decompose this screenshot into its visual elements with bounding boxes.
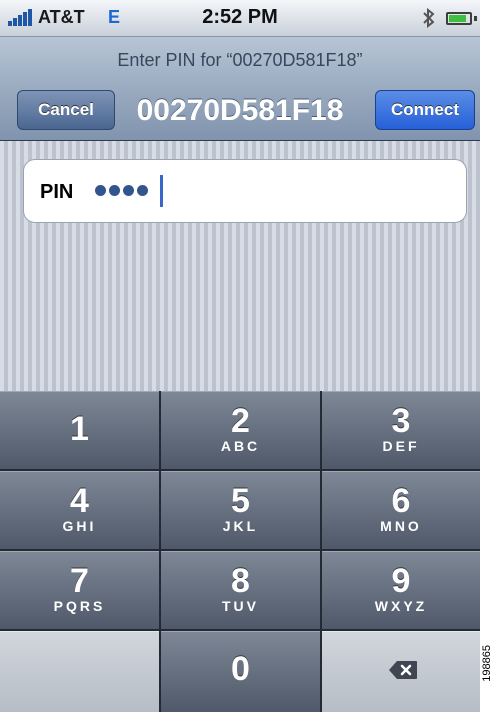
numeric-keypad: 1 2 ABC 3 DEF 4 GHI 5 JKL 6 MNO 7 PQRS 8… bbox=[0, 391, 480, 712]
key-digit: 3 bbox=[391, 402, 411, 440]
key-4[interactable]: 4 GHI bbox=[0, 471, 159, 549]
key-digit: 1 bbox=[70, 410, 89, 448]
pin-input[interactable]: PIN bbox=[23, 159, 467, 223]
connect-button[interactable]: Connect bbox=[375, 90, 475, 130]
battery-icon bbox=[446, 12, 477, 25]
key-digit: 9 bbox=[391, 562, 411, 600]
cancel-button[interactable]: Cancel bbox=[17, 90, 115, 130]
key-digit: 4 bbox=[70, 482, 89, 520]
phone-screen: AT&T E 2:52 PM Enter PIN for “00270D581F… bbox=[0, 0, 480, 712]
key-digit: 8 bbox=[231, 562, 250, 600]
network-type: E bbox=[108, 7, 121, 27]
pin-dot bbox=[109, 185, 120, 196]
navigation-bar: Enter PIN for “00270D581F18” Cancel 0027… bbox=[0, 37, 480, 141]
backspace-icon bbox=[388, 660, 418, 680]
status-time: 2:52 PM bbox=[202, 6, 278, 28]
pin-dot bbox=[95, 185, 106, 196]
key-letters: DEF bbox=[382, 438, 420, 454]
figure-code: 198865 bbox=[481, 645, 493, 682]
pin-label: PIN bbox=[40, 181, 74, 203]
key-2[interactable]: 2 ABC bbox=[161, 391, 320, 469]
key-digit: 2 bbox=[231, 402, 250, 440]
key-digit: 7 bbox=[70, 562, 89, 600]
key-letters: JKL bbox=[222, 518, 259, 534]
key-letters: PQRS bbox=[53, 598, 106, 614]
pin-masked-value bbox=[95, 183, 151, 201]
signal-icon bbox=[8, 8, 34, 26]
key-letters: ABC bbox=[220, 438, 261, 454]
key-digit: 5 bbox=[231, 482, 250, 520]
blank-key bbox=[0, 631, 159, 712]
key-1[interactable]: 1 bbox=[0, 391, 159, 469]
key-letters: WXYZ bbox=[374, 598, 428, 614]
key-letters: GHI bbox=[62, 518, 97, 534]
key-letters: MNO bbox=[380, 518, 422, 534]
delete-key[interactable] bbox=[322, 631, 480, 712]
key-3[interactable]: 3 DEF bbox=[322, 391, 480, 469]
key-6[interactable]: 6 MNO bbox=[322, 471, 480, 549]
key-7[interactable]: 7 PQRS bbox=[0, 551, 159, 629]
status-bar: AT&T E 2:52 PM bbox=[0, 0, 480, 37]
key-9[interactable]: 9 WXYZ bbox=[322, 551, 480, 629]
carrier-name: AT&T bbox=[38, 7, 85, 27]
key-letters: TUV bbox=[222, 598, 259, 614]
bluetooth-icon bbox=[422, 7, 436, 33]
page-title: 00270D581F18 bbox=[136, 94, 344, 127]
pin-dot bbox=[123, 185, 134, 196]
content-area: PIN bbox=[0, 141, 480, 391]
key-digit: 0 bbox=[231, 650, 250, 688]
key-digit: 6 bbox=[391, 482, 411, 520]
key-5[interactable]: 5 JKL bbox=[161, 471, 320, 549]
text-cursor bbox=[160, 175, 163, 207]
key-8[interactable]: 8 TUV bbox=[161, 551, 320, 629]
pin-prompt: Enter PIN for “00270D581F18” bbox=[117, 50, 363, 70]
pin-dot bbox=[137, 185, 148, 196]
key-0[interactable]: 0 bbox=[161, 631, 320, 712]
